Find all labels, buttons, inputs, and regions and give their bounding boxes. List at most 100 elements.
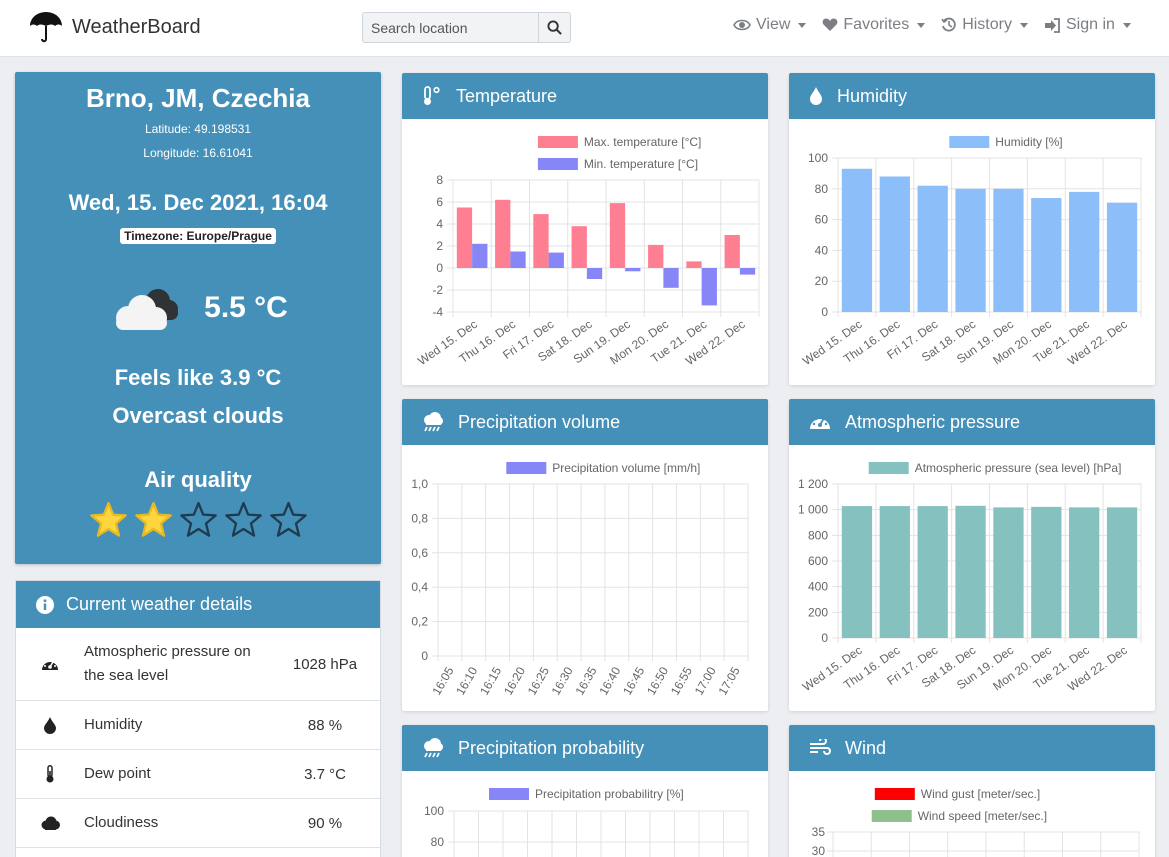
feels-like: Feels like 3.9 °C xyxy=(114,365,282,390)
y-tick-label: 100 xyxy=(424,804,444,818)
star-empty-icon xyxy=(269,501,307,537)
x-tick-label: 16:25 xyxy=(525,664,552,697)
wind-icon xyxy=(810,739,831,755)
bar xyxy=(472,243,488,268)
chevron-down-icon xyxy=(1122,22,1131,28)
x-tick-label: 16:15 xyxy=(477,664,504,697)
details-title: Current weather details xyxy=(66,594,253,614)
nav-menu: View Favorites History Sign in xyxy=(733,16,1147,34)
y-tick-label: 200 xyxy=(808,605,828,619)
longitude: Longitude: 16.61041 xyxy=(143,146,253,160)
search-box xyxy=(362,12,571,43)
star-empty-icon xyxy=(224,501,262,537)
pressure-card-title: Atmospheric pressure xyxy=(845,411,1021,432)
droplet-icon xyxy=(810,87,822,105)
weather-description: Overcast clouds xyxy=(112,403,284,428)
location-card: Brno, JM, Czechia Latitude: 49.198531 Lo… xyxy=(15,72,381,564)
x-tick-label: 17:00 xyxy=(692,664,719,697)
bar xyxy=(955,188,986,312)
details-header: Current weather details xyxy=(16,581,380,628)
nav-sign-in[interactable]: Sign in xyxy=(1044,16,1131,34)
legend-swatch xyxy=(489,788,529,800)
wind-card-title: Wind xyxy=(845,737,887,758)
legend-label: Precipitation volume [mm/h] xyxy=(552,461,700,475)
air-quality-rating xyxy=(15,501,381,539)
star-filled-icon xyxy=(134,501,172,537)
star-filled-icon xyxy=(89,501,127,537)
wind-chart: Wind gust [meter/sec.] Wind speed [meter/… xyxy=(812,787,1140,857)
humidity-card-title: Humidity xyxy=(837,85,908,106)
y-tick-label: 600 xyxy=(808,554,828,568)
info-icon xyxy=(36,595,54,614)
cloud-rain-icon xyxy=(424,412,443,432)
bar xyxy=(841,506,873,638)
wind-card-header: Wind xyxy=(789,725,1155,771)
humidity-card-header: Humidity xyxy=(789,73,1155,119)
local-datetime: Wed, 15. Dec 2021, 16:04 xyxy=(68,190,328,215)
brand[interactable]: WeatherBoard xyxy=(28,9,201,45)
bar xyxy=(648,244,664,268)
y-tick-label: -4 xyxy=(432,305,443,319)
precipitation-volume-card: Precipitation volume Precipitation volum… xyxy=(402,399,768,711)
star-empty-icon xyxy=(179,501,217,537)
y-tick-label: 0,2 xyxy=(411,615,428,629)
bar xyxy=(495,199,511,268)
brand-name: WeatherBoard xyxy=(72,15,201,38)
bar xyxy=(993,507,1024,638)
y-tick-label: 6 xyxy=(436,195,443,209)
chevron-down-icon xyxy=(917,22,926,28)
gauge-icon xyxy=(810,415,830,429)
y-tick-label: 4 xyxy=(436,217,443,231)
x-tick-label: 16:05 xyxy=(429,664,456,697)
precipitation-volume-card-header: Precipitation volume xyxy=(402,399,768,445)
bar xyxy=(548,252,564,268)
precipitation-probability-card-header: Precipitation probability xyxy=(402,725,768,771)
cloud-icon xyxy=(41,816,60,830)
chevron-down-icon xyxy=(798,22,807,28)
y-tick-label: 0,6 xyxy=(411,546,428,560)
history-icon xyxy=(941,17,956,32)
bar xyxy=(841,168,873,312)
nav-favorites[interactable]: Favorites xyxy=(822,16,926,34)
bar xyxy=(917,185,948,312)
legend-label: Max. temperature [°C] xyxy=(584,135,702,149)
nav-history[interactable]: History xyxy=(941,16,1028,34)
bar xyxy=(571,226,587,268)
umbrella-icon xyxy=(30,12,62,43)
droplet-icon xyxy=(44,716,56,734)
y-tick-label: 0,8 xyxy=(411,511,428,525)
search-input[interactable] xyxy=(363,13,538,42)
nav-sign-in-label: Sign in xyxy=(1065,16,1115,33)
y-tick-label: 0 xyxy=(821,305,828,319)
search-icon xyxy=(547,20,562,35)
y-tick-label: 80 xyxy=(815,182,829,196)
wind-card: Wind Wind gust [meter/sec.] Wind speed [m… xyxy=(789,725,1155,857)
pressure-chart: Atmospheric pressure (sea level) [hPa] 1 … xyxy=(798,461,1142,694)
legend-label: Wind gust [meter/sec.] xyxy=(921,787,1040,801)
current-weather-details: Current weather details Atmospheric pres… xyxy=(15,580,381,857)
y-tick-label: 1 000 xyxy=(798,503,828,517)
latitude: Latitude: 49.198531 xyxy=(144,122,252,136)
x-tick-label: 16:35 xyxy=(572,664,599,697)
legend-label: Humidity [%] xyxy=(995,135,1062,149)
precipitation-volume-chart: Precipitation volume [mm/h] 1,0 0,8 0,6 0,4 0… xyxy=(411,461,749,698)
bar xyxy=(701,268,717,306)
search-button[interactable] xyxy=(538,13,570,42)
current-weather: 5.5 °C xyxy=(15,273,381,343)
nav-favorites-label: Favorites xyxy=(843,16,910,33)
bar xyxy=(1069,191,1100,312)
y-tick-label: 40 xyxy=(815,243,829,257)
y-tick-label: 1 200 xyxy=(798,477,828,491)
bar xyxy=(510,251,526,268)
temperature-chart: Max. temperature [°C] Min. temperature [°… xyxy=(415,135,760,368)
details-row-pressure: Atmospheric pressure on the sea level 10… xyxy=(16,628,380,701)
legend-swatch xyxy=(537,158,578,170)
y-tick-label: 1,0 xyxy=(411,477,428,491)
x-tick-label: 16:50 xyxy=(644,664,671,697)
bar xyxy=(625,268,641,272)
precipitation-probability-chart: Precipitation probabilitry [%] 100 80 xyxy=(424,787,749,857)
bar xyxy=(879,506,910,638)
y-tick-label: 60 xyxy=(815,213,829,227)
x-tick-label: 16:30 xyxy=(549,664,576,697)
nav-view[interactable]: View xyxy=(733,16,807,34)
